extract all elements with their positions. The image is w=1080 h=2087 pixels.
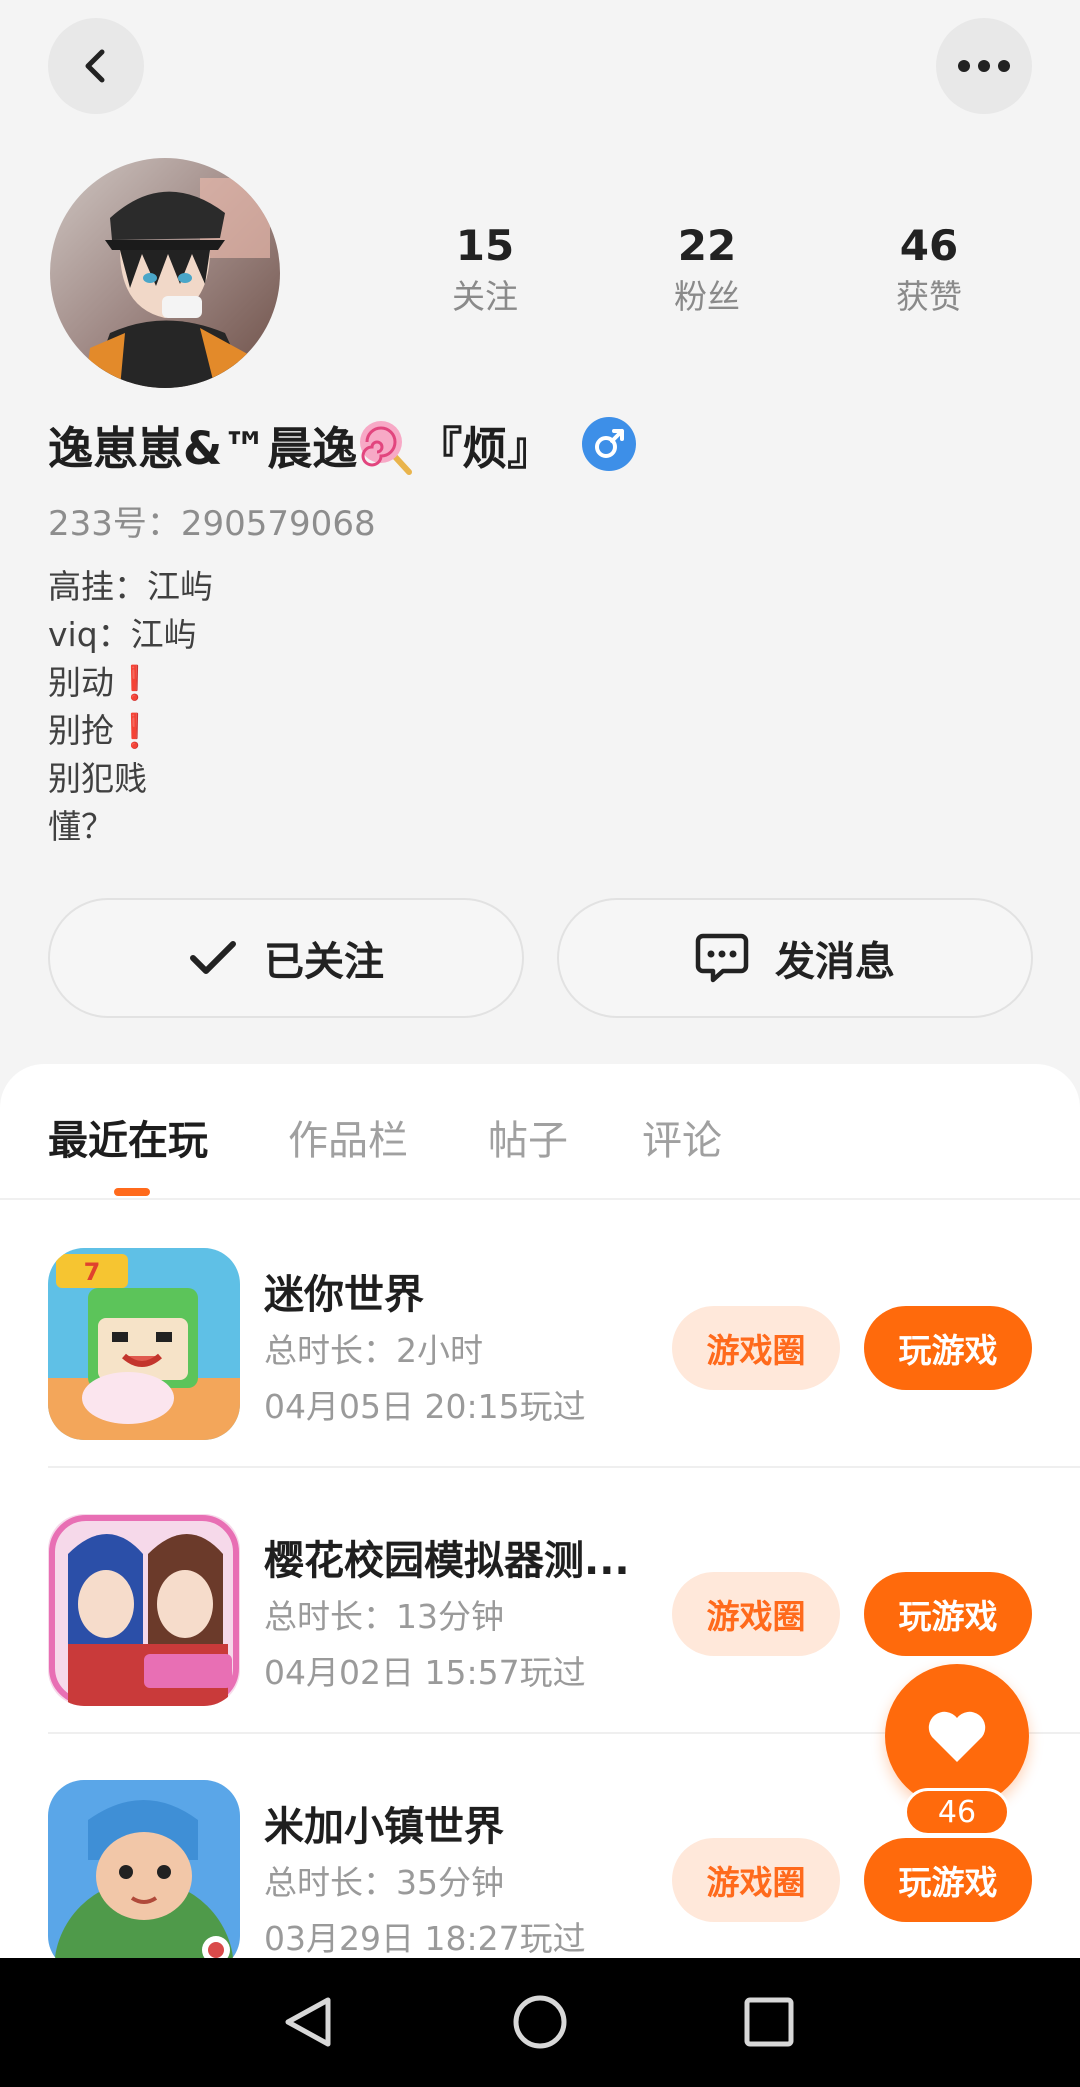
username-text: 逸崽崽&™晨逸 — [48, 421, 358, 475]
profile-page: 15 关注 22 粉丝 46 获赞 逸崽崽&™晨逸 『烦』 233号：29057… — [0, 0, 1080, 2087]
stat-value: 22 — [677, 221, 737, 270]
game-name: 米加小镇世界 — [264, 1804, 504, 1850]
system-nav-bar — [0, 1958, 1080, 2087]
tab-recently-played[interactable]: 最近在玩 — [48, 1108, 208, 1166]
stat-label: 获赞 — [896, 277, 962, 316]
tab-posts[interactable]: 帖子 — [488, 1108, 568, 1166]
game-duration: 总时长：13分钟 — [264, 1597, 504, 1636]
heart-icon — [928, 1711, 986, 1762]
game-last-played: 04月05日 20:15玩过 — [264, 1387, 586, 1426]
stat-label: 关注 — [452, 277, 518, 316]
game-duration: 总时长：2小时 — [264, 1331, 483, 1370]
tab-comments[interactable]: 评论 — [642, 1108, 722, 1166]
game-icon-mini-world[interactable]: 7 — [48, 1248, 240, 1440]
user-id: 233号：290579068 — [48, 504, 376, 544]
following-button[interactable]: 已关注 — [48, 898, 524, 1018]
play-game-button[interactable]: 玩游戏 — [864, 1306, 1032, 1390]
stat-value: 46 — [899, 221, 959, 270]
more-button[interactable] — [936, 18, 1032, 114]
male-icon — [582, 417, 637, 471]
like-count: 46 — [904, 1788, 1010, 1836]
stat-value: 15 — [455, 221, 515, 270]
nav-back-icon[interactable] — [263, 1982, 353, 2062]
tab-works[interactable]: 作品栏 — [288, 1108, 408, 1166]
bio-line: viq：江屿 — [48, 615, 197, 654]
bio: 高挂：江屿 viq：江屿 别动❗ 别抢❗ 别犯贱 懂？ — [48, 563, 213, 851]
username-text-suffix: 『烦』 — [417, 421, 553, 475]
profile-stats: 15 关注 22 粉丝 46 获赞 — [380, 220, 1080, 340]
game-name: 迷你世界 — [264, 1272, 424, 1318]
game-last-played: 04月02日 15:57玩过 — [264, 1653, 586, 1692]
svg-text:7: 7 — [84, 1258, 101, 1286]
check-icon — [190, 941, 236, 974]
bio-line: 别动❗ — [48, 663, 156, 702]
chevron-left-icon — [85, 49, 105, 83]
bio-line: 别犯贱 — [48, 759, 147, 798]
stat-following[interactable]: 15 关注 — [385, 220, 585, 322]
stat-likes[interactable]: 46 获赞 — [829, 220, 1029, 322]
game-duration: 总时长：35分钟 — [264, 1863, 504, 1902]
nav-home-icon[interactable] — [495, 1982, 585, 2062]
game-name: 樱花校园模拟器测... — [264, 1538, 630, 1584]
bio-line: 别抢❗ — [48, 711, 156, 750]
game-last-played: 03月29日 18:27玩过 — [264, 1919, 586, 1958]
back-button[interactable] — [48, 18, 144, 114]
username-row: 逸崽崽&™晨逸 『烦』 — [48, 412, 637, 477]
message-label: 发消息 — [775, 939, 895, 985]
stat-label: 粉丝 — [674, 277, 740, 316]
play-game-button[interactable]: 玩游戏 — [864, 1838, 1032, 1922]
more-horizontal-icon — [958, 60, 1010, 72]
game-icon-miga-town[interactable] — [48, 1780, 240, 1972]
chat-bubble-icon — [695, 933, 749, 983]
following-label: 已关注 — [264, 939, 384, 985]
like-button[interactable] — [885, 1664, 1029, 1808]
tab-bar: 最近在玩 作品栏 帖子 评论 — [0, 1064, 1080, 1200]
game-circle-button[interactable]: 游戏圈 — [672, 1572, 840, 1656]
nav-recents-icon[interactable] — [724, 1982, 814, 2062]
username: 逸崽崽&™晨逸 『烦』 — [48, 412, 552, 477]
bio-line: 高挂：江屿 — [48, 567, 213, 606]
game-icon-sakura-school[interactable] — [48, 1514, 240, 1706]
bio-line: 懂？ — [48, 807, 114, 846]
play-game-button[interactable]: 玩游戏 — [864, 1572, 1032, 1656]
stat-followers[interactable]: 22 粉丝 — [607, 220, 807, 322]
lollipop-icon — [360, 420, 413, 475]
game-circle-button[interactable]: 游戏圈 — [672, 1306, 840, 1390]
message-button[interactable]: 发消息 — [557, 898, 1033, 1018]
list-item[interactable]: 7 迷你世界 总时长：2小时 04月05日 20:15玩过 游戏圈 玩游戏 — [48, 1202, 1080, 1468]
avatar[interactable] — [50, 158, 280, 388]
content-panel: 最近在玩 作品栏 帖子 评论 7 迷你世界 总时长：2小时 04月05日 20:… — [0, 1064, 1080, 2087]
active-tab-indicator — [114, 1188, 150, 1196]
game-circle-button[interactable]: 游戏圈 — [672, 1838, 840, 1922]
